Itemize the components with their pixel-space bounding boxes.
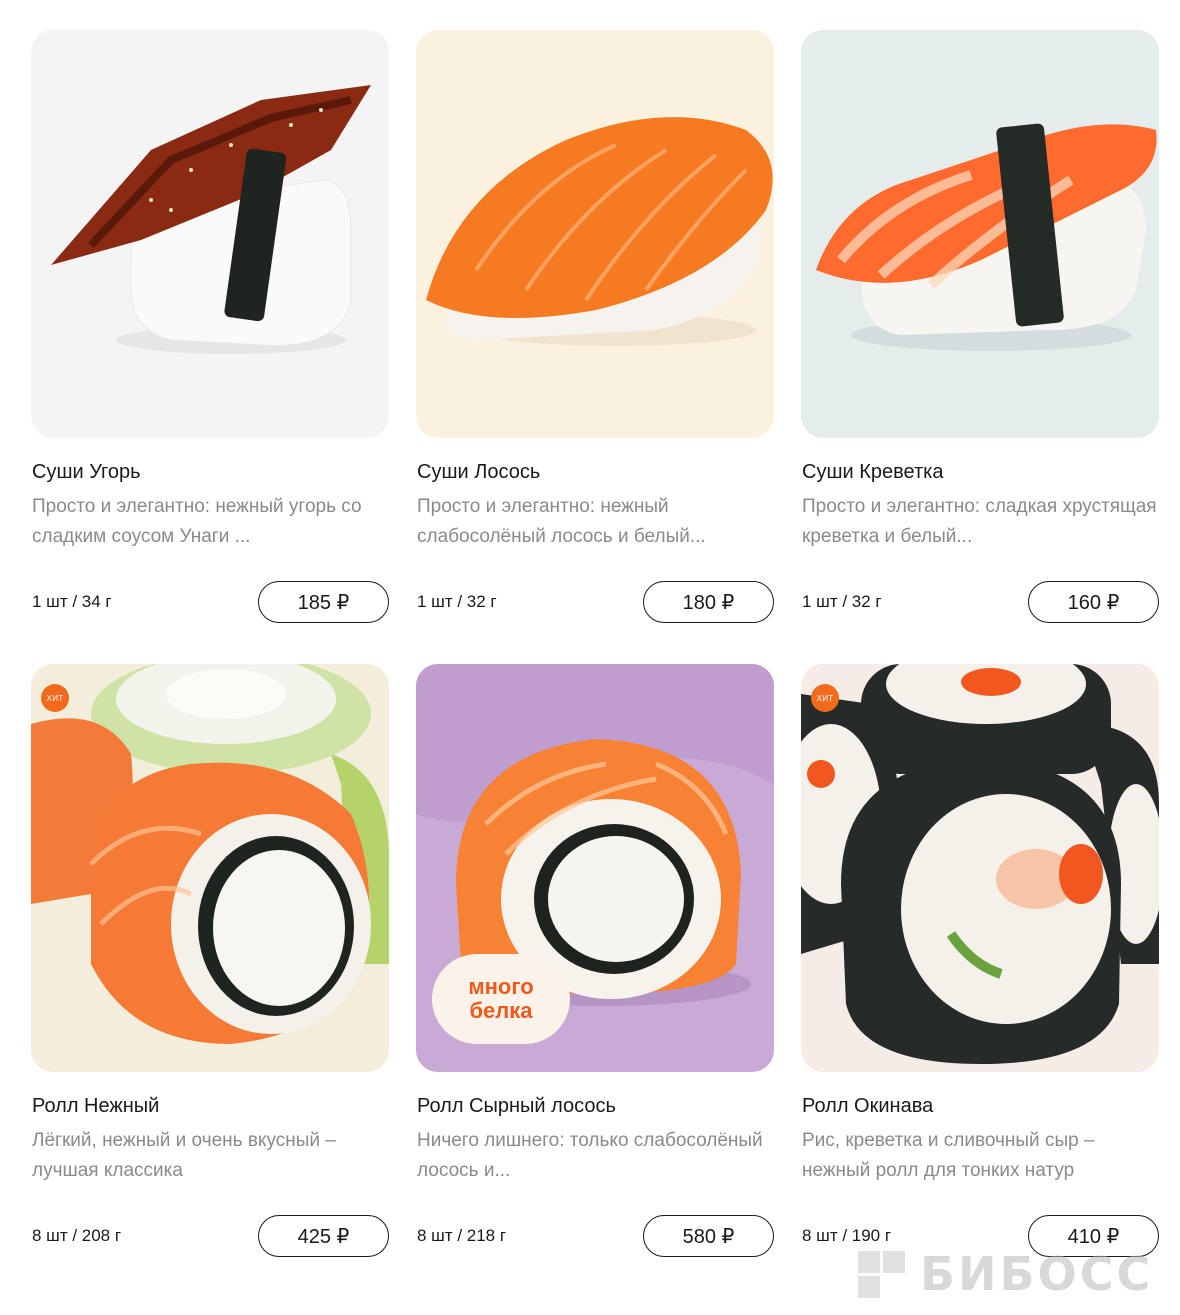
hit-badge: ХИТ bbox=[811, 684, 839, 712]
product-description: Лёгкий, нежный и очень вкусный – лучшая … bbox=[32, 1130, 336, 1181]
product-card-okinawa[interactable]: ХИТ Ролл Окинава Рис, креветка и сливочн… bbox=[801, 664, 1159, 1270]
protein-badge: много белка bbox=[432, 954, 570, 1044]
cheese-salmon-roll-image[interactable]: много белка bbox=[416, 664, 774, 1072]
product-weight: 1 шт / 34 г bbox=[32, 592, 112, 611]
product-card-shrimp[interactable]: Суши Креветка Просто и элегантно: сладка… bbox=[801, 30, 1159, 636]
okinawa-roll-icon bbox=[801, 664, 1159, 1064]
shrimp-sushi-image[interactable] bbox=[801, 30, 1159, 438]
salmon-roll-icon bbox=[31, 664, 389, 1044]
salmon-sushi-image[interactable] bbox=[416, 30, 774, 438]
product-description: Просто и элегантно: нежный слабосолёный … bbox=[417, 496, 706, 547]
product-title[interactable]: Суши Креветка bbox=[802, 458, 943, 486]
add-to-cart-button[interactable]: 160 ₽ bbox=[1028, 581, 1159, 623]
product-title[interactable]: Суши Угорь bbox=[32, 458, 141, 486]
product-title[interactable]: Ролл Окинава bbox=[802, 1092, 933, 1120]
product-title[interactable]: Суши Лосось bbox=[417, 458, 540, 486]
product-description: Просто и элегантно: нежный угорь со слад… bbox=[32, 496, 362, 547]
product-description: Рис, креветка и сливочный сыр – нежный р… bbox=[802, 1130, 1095, 1181]
protein-badge-line1: много bbox=[468, 974, 534, 999]
watermark-text: БИБОСС bbox=[920, 1247, 1154, 1301]
salmon-roll-image[interactable]: ХИТ bbox=[31, 664, 389, 1072]
product-card-cheese-salmon[interactable]: много белка Ролл Сырный лосось Ничего ли… bbox=[416, 664, 774, 1270]
okinawa-roll-image[interactable]: ХИТ bbox=[801, 664, 1159, 1072]
product-weight: 1 шт / 32 г bbox=[802, 592, 882, 611]
add-to-cart-button[interactable]: 185 ₽ bbox=[258, 581, 389, 623]
add-to-cart-button[interactable]: 580 ₽ bbox=[643, 1215, 774, 1257]
product-weight: 8 шт / 218 г bbox=[417, 1226, 507, 1245]
product-description: Ничего лишнего: только слабосолёный лосо… bbox=[417, 1130, 763, 1181]
product-weight: 8 шт / 208 г bbox=[32, 1226, 122, 1245]
product-weight: 8 шт / 190 г bbox=[802, 1226, 892, 1245]
product-title[interactable]: Ролл Сырный лосось bbox=[417, 1092, 616, 1120]
product-card-salmon[interactable]: Суши Лосось Просто и элегантно: нежный с… bbox=[416, 30, 774, 636]
eel-sushi-image[interactable] bbox=[31, 30, 389, 438]
shrimp-sushi-icon bbox=[816, 123, 1157, 351]
add-to-cart-button[interactable]: 425 ₽ bbox=[258, 1215, 389, 1257]
product-card-eel[interactable]: Суши Угорь Просто и элегантно: нежный уг… bbox=[31, 30, 389, 636]
product-weight: 1 шт / 32 г bbox=[417, 592, 497, 611]
hit-badge: ХИТ bbox=[41, 684, 69, 712]
protein-badge-line2: белка bbox=[469, 998, 533, 1023]
watermark-logo-icon bbox=[858, 1251, 908, 1298]
product-description: Просто и элегантно: сладкая хрустящая кр… bbox=[802, 496, 1157, 547]
product-card-roll-nezhny[interactable]: ХИТ Ролл Нежный Лёгкий, нежный и очень в… bbox=[31, 664, 389, 1270]
product-grid: Суши Угорь Просто и элегантно: нежный уг… bbox=[31, 30, 1159, 1270]
salmon-sushi-icon bbox=[426, 117, 773, 346]
watermark: БИБОСС bbox=[858, 1247, 1154, 1301]
product-title[interactable]: Ролл Нежный bbox=[32, 1092, 159, 1120]
add-to-cart-button[interactable]: 180 ₽ bbox=[643, 581, 774, 623]
eel-sushi-icon bbox=[51, 85, 371, 354]
